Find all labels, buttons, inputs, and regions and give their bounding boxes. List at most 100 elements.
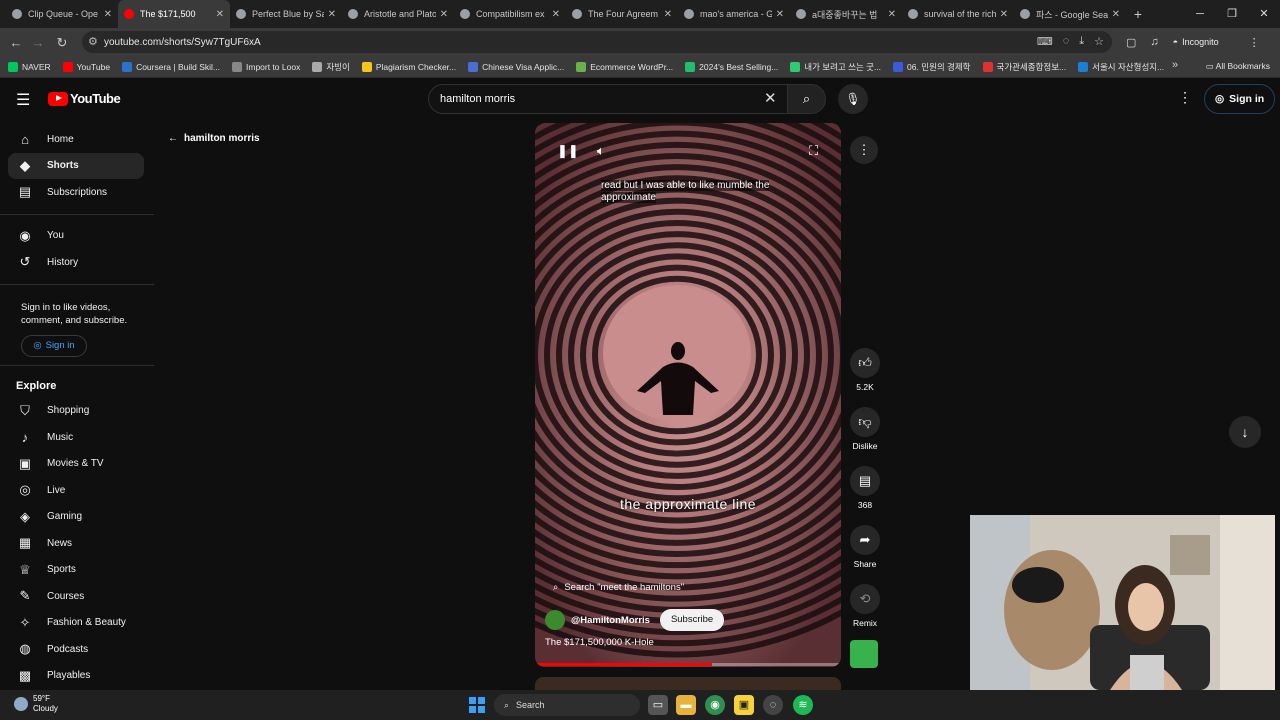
tab-search-icon[interactable]: ▢ xyxy=(1126,36,1136,49)
sidebar-item-courses[interactable]: ✎ Courses xyxy=(8,583,144,610)
bookmark-item[interactable]: Plagiarism Checker... xyxy=(361,61,456,72)
bookmark-item[interactable]: 자빙이 xyxy=(312,61,350,73)
back-to-search[interactable]: ← hamilton morris xyxy=(168,133,260,144)
close-tab-icon[interactable]: ✕ xyxy=(440,9,448,20)
download-icon[interactable]: ⤓ xyxy=(1079,35,1084,48)
bookmark-item[interactable]: Ecommerce WordPr... xyxy=(576,61,673,72)
bookmark-star-icon[interactable]: ☆ xyxy=(1094,35,1104,48)
comments-action[interactable]: ▤ 368 xyxy=(846,466,884,510)
close-tab-icon[interactable]: ✕ xyxy=(552,9,560,20)
translate-icon[interactable]: ⌨ xyxy=(1037,35,1053,48)
close-tab-icon[interactable]: ✕ xyxy=(888,9,896,20)
close-tab-icon[interactable]: ✕ xyxy=(328,9,336,20)
browser-menu-icon[interactable]: ⋮ xyxy=(1249,36,1260,49)
search-input[interactable]: hamilton morris xyxy=(428,84,788,114)
browser-tab[interactable]: The Four Agreem ✕ xyxy=(566,0,678,28)
channel-name[interactable]: @HamiltonMorris xyxy=(571,615,650,626)
sidebar-item-news[interactable]: ▦ News xyxy=(8,530,144,557)
browser-tab[interactable]: survival of the rich ✕ xyxy=(902,0,1014,28)
new-tab-icon[interactable]: + xyxy=(1126,6,1150,22)
bookmark-item[interactable]: YouTube xyxy=(62,61,110,72)
sidebar-item-subscriptions[interactable]: ▤ Subscriptions xyxy=(8,179,144,206)
taskbar-search[interactable]: ⌕ Search xyxy=(494,694,640,716)
search-suggestion[interactable]: ⌕ Search "meet the hamiltons" xyxy=(553,582,684,593)
bookmark-item[interactable]: Coursera | Build Skil... xyxy=(122,61,220,72)
bookmark-item[interactable]: 국가관세종합정보... xyxy=(982,61,1066,73)
forward-icon[interactable]: → xyxy=(26,35,50,50)
pause-icon[interactable]: ❚❚ xyxy=(557,143,579,159)
incognito-badge[interactable]: ◓ Incognito xyxy=(1173,37,1219,47)
minimize-icon[interactable]: ─ xyxy=(1184,0,1216,28)
bookmark-item[interactable]: 내가 보려고 쓰는 굿... xyxy=(790,61,881,73)
bookmark-item[interactable]: NAVER xyxy=(8,61,51,72)
bookmark-item[interactable]: Chinese Visa Applic... xyxy=(468,61,564,72)
like-action[interactable]: 👍︎ 5.2K xyxy=(846,348,884,392)
fullscreen-icon[interactable]: ⛶ xyxy=(809,143,818,159)
browser-tab[interactable]: mao's america - G ✕ xyxy=(678,0,790,28)
task-view-icon[interactable]: ▭ xyxy=(648,695,668,715)
channel-avatar[interactable] xyxy=(545,610,565,630)
chevron-right-icon[interactable]: » xyxy=(1172,59,1178,71)
browser-tab[interactable]: The $171,500 ✕ xyxy=(118,0,230,28)
restore-icon[interactable]: ❐ xyxy=(1216,0,1248,28)
dislike-action[interactable]: 👎︎ Dislike xyxy=(846,407,884,451)
back-icon[interactable]: ← xyxy=(4,35,28,50)
close-tab-icon[interactable]: ✕ xyxy=(104,9,112,20)
clear-search-icon[interactable]: ✕ xyxy=(764,89,777,107)
close-tab-icon[interactable]: ✕ xyxy=(776,9,784,20)
next-short-button[interactable]: ↓ xyxy=(1229,416,1261,448)
remix-action[interactable]: ⟲ Remix xyxy=(846,584,884,628)
sidebar-item-podcasts[interactable]: ◍ Podcasts xyxy=(8,636,144,663)
reload-icon[interactable]: ↻ xyxy=(50,35,74,51)
kakaotalk-icon[interactable]: ▣ xyxy=(734,695,754,715)
start-button[interactable] xyxy=(469,697,485,713)
eye-off-icon[interactable]: ◌ xyxy=(1063,35,1070,48)
all-bookmarks[interactable]: ▭ All Bookmarks xyxy=(1206,61,1270,72)
close-tab-icon[interactable]: ✕ xyxy=(1000,9,1008,20)
menu-icon[interactable]: ☰ xyxy=(16,90,30,110)
share-action[interactable]: ➦ Share xyxy=(846,525,884,569)
sidebar-item-shorts[interactable]: ◆ Shorts xyxy=(8,152,144,179)
media-icon[interactable]: ♫ xyxy=(1150,36,1158,48)
browser-tab[interactable]: Compatibilism ex ✕ xyxy=(454,0,566,28)
chrome-icon[interactable]: ◉ xyxy=(705,695,725,715)
url-field[interactable]: ⚙ youtube.com/shorts/Syw7TgUF6xA ⌨ ◌ ⤓ ☆ xyxy=(82,31,1112,53)
site-info-icon[interactable]: ⚙ xyxy=(88,35,98,48)
close-tab-icon[interactable]: ✕ xyxy=(1112,9,1120,20)
sound-thumbnail[interactable] xyxy=(850,640,878,668)
sidebar-sign-in-button[interactable]: ◎ Sign in xyxy=(21,334,87,357)
browser-tab[interactable]: 파스 - Google Sea ✕ xyxy=(1014,0,1126,28)
close-window-icon[interactable]: ✕ xyxy=(1248,0,1280,28)
bookmark-item[interactable]: 2024's Best Selling... xyxy=(685,61,778,72)
header-sign-in-button[interactable]: ◎ Sign in xyxy=(1204,84,1276,114)
sidebar-item-shopping[interactable]: ⛉ Shopping xyxy=(8,398,144,425)
shorts-player[interactable]: ❚❚ 🔈︎ ⛶ read but I was able to like mumb… xyxy=(535,123,841,667)
bookmark-item[interactable]: 서울시 자산형성지... xyxy=(1078,61,1164,73)
sidebar-item-movies-tv[interactable]: ▣ Movies & TV xyxy=(8,451,144,478)
close-tab-icon[interactable]: ✕ xyxy=(216,9,224,20)
sidebar-item-history[interactable]: ↺ History xyxy=(8,249,144,276)
weather-widget[interactable]: 59°F Cloudy xyxy=(14,694,58,714)
subscribe-button[interactable]: Subscribe xyxy=(659,609,725,631)
bookmark-item[interactable]: Import to Loox xyxy=(232,61,300,72)
bookmark-item[interactable]: 06. 민원의 경제학 xyxy=(893,61,971,73)
sidebar-item-sports[interactable]: ♕ Sports xyxy=(8,557,144,584)
browser-tab[interactable]: a대중좋바꾸는 법 ✕ xyxy=(790,0,902,28)
browser-tab[interactable]: Perfect Blue by Sa ✕ xyxy=(230,0,342,28)
settings-kebab-icon[interactable]: ⋮ xyxy=(1178,89,1192,106)
browser-tab[interactable]: Aristotle and Plato ✕ xyxy=(342,0,454,28)
short-title[interactable]: The $171,500,000 K-Hole xyxy=(545,637,654,648)
volume-icon[interactable]: 🔈︎ xyxy=(597,143,605,159)
voice-search-button[interactable]: 🎙︎ xyxy=(838,84,868,114)
sidebar-item-live[interactable]: ◎ Live xyxy=(8,477,144,504)
sidebar-item-music[interactable]: ♪ Music xyxy=(8,424,144,451)
spotify-icon[interactable]: ≋ xyxy=(793,695,813,715)
sidebar-item-fashion-beauty[interactable]: ✧ Fashion & Beauty xyxy=(8,610,144,637)
search-button[interactable]: ⌕ xyxy=(788,84,826,114)
sidebar-item-home[interactable]: ⌂ Home xyxy=(8,126,144,153)
sidebar-item-you[interactable]: ◉ You xyxy=(8,223,144,250)
close-tab-icon[interactable]: ✕ xyxy=(664,9,672,20)
short-more-icon[interactable]: ⋮ xyxy=(850,136,878,164)
app-icon[interactable]: ◌ xyxy=(763,695,783,715)
sidebar-item-playables[interactable]: ▩ Playables xyxy=(8,663,144,690)
